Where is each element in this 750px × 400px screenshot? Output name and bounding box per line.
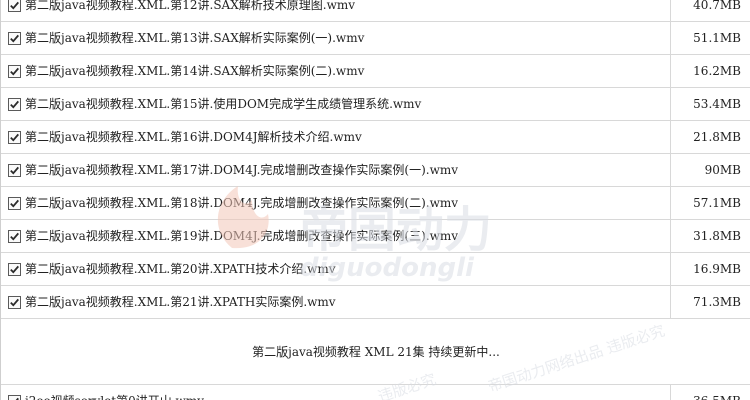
checkmark-icon bbox=[10, 232, 19, 241]
file-row: 第二版java视频教程.XML.第13讲.SAX解析实际案例(一).wmv 51… bbox=[1, 22, 750, 55]
series-note: 第二版java视频教程 XML 21集 持续更新中... bbox=[252, 345, 500, 359]
file-checkbox[interactable] bbox=[8, 0, 21, 12]
file-name-cell: 第二版java视频教程.XML.第21讲.XPATH实际案例.wmv bbox=[1, 286, 671, 318]
file-name-cell: 第二版java视频教程.XML.第18讲.DOM4J.完成增删改查操作实际案例(… bbox=[1, 187, 671, 219]
file-name[interactable]: 第二版java视频教程.XML.第15讲.使用DOM完成学生成绩管理系统.wmv bbox=[25, 97, 421, 111]
file-list-group: 第二版java视频教程.XML.第12讲.SAX解析技术原理图.wmv 40.7… bbox=[1, 0, 750, 319]
series-note-row: 第二版java视频教程 XML 21集 持续更新中... bbox=[1, 319, 750, 385]
file-checkbox[interactable] bbox=[8, 196, 21, 210]
checkmark-icon bbox=[10, 166, 19, 175]
file-name[interactable]: 第二版java视频教程.XML.第18讲.DOM4J.完成增删改查操作实际案例(… bbox=[25, 196, 458, 210]
file-checkbox[interactable] bbox=[8, 64, 21, 78]
file-checkbox[interactable] bbox=[8, 31, 21, 45]
file-checkbox[interactable] bbox=[8, 229, 21, 243]
file-checkbox[interactable] bbox=[8, 163, 21, 177]
file-size: 16.2MB bbox=[693, 64, 741, 78]
file-row: 第二版java视频教程.XML.第19讲.DOM4J.完成增删改查操作实际案例(… bbox=[1, 220, 750, 253]
checkmark-icon bbox=[10, 34, 19, 43]
file-name-cell: j2ee视频servlet第0讲开山.wmv bbox=[1, 385, 671, 400]
file-size: 71.3MB bbox=[693, 295, 741, 309]
file-checkbox[interactable] bbox=[8, 394, 21, 400]
checkmark-icon bbox=[15, 397, 19, 400]
checkmark-icon bbox=[10, 133, 19, 142]
file-name-cell: 第二版java视频教程.XML.第20讲.XPATH技术介绍.wmv bbox=[1, 253, 671, 285]
file-size: 90MB bbox=[704, 163, 741, 177]
checkmark-icon bbox=[10, 298, 19, 307]
file-row: 第二版java视频教程.XML.第18讲.DOM4J.完成增删改查操作实际案例(… bbox=[1, 187, 750, 220]
file-row: 第二版java视频教程.XML.第15讲.使用DOM完成学生成绩管理系统.wmv… bbox=[1, 88, 750, 121]
file-name-cell: 第二版java视频教程.XML.第12讲.SAX解析技术原理图.wmv bbox=[1, 0, 671, 21]
file-name-cell: 第二版java视频教程.XML.第15讲.使用DOM完成学生成绩管理系统.wmv bbox=[1, 88, 671, 120]
file-name-cell: 第二版java视频教程.XML.第16讲.DOM4J解析技术介绍.wmv bbox=[1, 121, 671, 153]
file-row: 第二版java视频教程.XML.第20讲.XPATH技术介绍.wmv 16.9M… bbox=[1, 253, 750, 286]
file-name-cell: 第二版java视频教程.XML.第14讲.SAX解析实际案例(二).wmv bbox=[1, 55, 671, 87]
file-name[interactable]: 第二版java视频教程.XML.第16讲.DOM4J解析技术介绍.wmv bbox=[25, 130, 362, 144]
file-checkbox[interactable] bbox=[8, 130, 21, 144]
file-row: 第二版java视频教程.XML.第17讲.DOM4J.完成增删改查操作实际案例(… bbox=[1, 154, 750, 187]
file-name-cell: 第二版java视频教程.XML.第19讲.DOM4J.完成增删改查操作实际案例(… bbox=[1, 220, 671, 252]
file-size: 51.1MB bbox=[693, 31, 741, 45]
checkmark-icon bbox=[10, 1, 19, 10]
file-row: 第二版java视频教程.XML.第14讲.SAX解析实际案例(二).wmv 16… bbox=[1, 55, 750, 88]
file-list-group: j2ee视频servlet第0讲开山.wmv 36.5MB bbox=[1, 385, 750, 400]
file-checkbox[interactable] bbox=[8, 295, 21, 309]
file-name-cell: 第二版java视频教程.XML.第17讲.DOM4J.完成增删改查操作实际案例(… bbox=[1, 154, 671, 186]
file-name[interactable]: j2ee视频servlet第0讲开山.wmv bbox=[25, 394, 204, 400]
file-size: 40.7MB bbox=[693, 0, 741, 12]
checkmark-icon bbox=[10, 100, 19, 109]
file-name[interactable]: 第二版java视频教程.XML.第13讲.SAX解析实际案例(一).wmv bbox=[25, 31, 364, 45]
file-row: 第二版java视频教程.XML.第21讲.XPATH实际案例.wmv 71.3M… bbox=[1, 286, 750, 319]
file-name[interactable]: 第二版java视频教程.XML.第12讲.SAX解析技术原理图.wmv bbox=[25, 0, 355, 12]
file-name[interactable]: 第二版java视频教程.XML.第21讲.XPATH实际案例.wmv bbox=[25, 295, 336, 309]
file-name[interactable]: 第二版java视频教程.XML.第20讲.XPATH技术介绍.wmv bbox=[25, 262, 336, 276]
file-size: 57.1MB bbox=[693, 196, 741, 210]
file-size: 53.4MB bbox=[693, 97, 741, 111]
checkmark-icon bbox=[10, 265, 19, 274]
file-checkbox[interactable] bbox=[8, 97, 21, 111]
file-list: 第二版java视频教程.XML.第12讲.SAX解析技术原理图.wmv 40.7… bbox=[0, 0, 750, 400]
file-name[interactable]: 第二版java视频教程.XML.第19讲.DOM4J.完成增删改查操作实际案例(… bbox=[25, 229, 458, 243]
file-row: 第二版java视频教程.XML.第12讲.SAX解析技术原理图.wmv 40.7… bbox=[1, 0, 750, 22]
file-name[interactable]: 第二版java视频教程.XML.第17讲.DOM4J.完成增删改查操作实际案例(… bbox=[25, 163, 458, 177]
file-size: 21.8MB bbox=[693, 130, 741, 144]
file-name[interactable]: 第二版java视频教程.XML.第14讲.SAX解析实际案例(二).wmv bbox=[25, 64, 364, 78]
file-size: 31.8MB bbox=[693, 229, 741, 243]
file-name-cell: 第二版java视频教程.XML.第13讲.SAX解析实际案例(一).wmv bbox=[1, 22, 671, 54]
file-size: 36.5MB bbox=[671, 394, 750, 400]
checkmark-icon bbox=[10, 67, 19, 76]
file-checkbox[interactable] bbox=[8, 262, 21, 276]
file-row: j2ee视频servlet第0讲开山.wmv 36.5MB bbox=[1, 385, 750, 400]
file-row: 第二版java视频教程.XML.第16讲.DOM4J解析技术介绍.wmv 21.… bbox=[1, 121, 750, 154]
file-size: 16.9MB bbox=[693, 262, 741, 276]
checkmark-icon bbox=[10, 199, 19, 208]
